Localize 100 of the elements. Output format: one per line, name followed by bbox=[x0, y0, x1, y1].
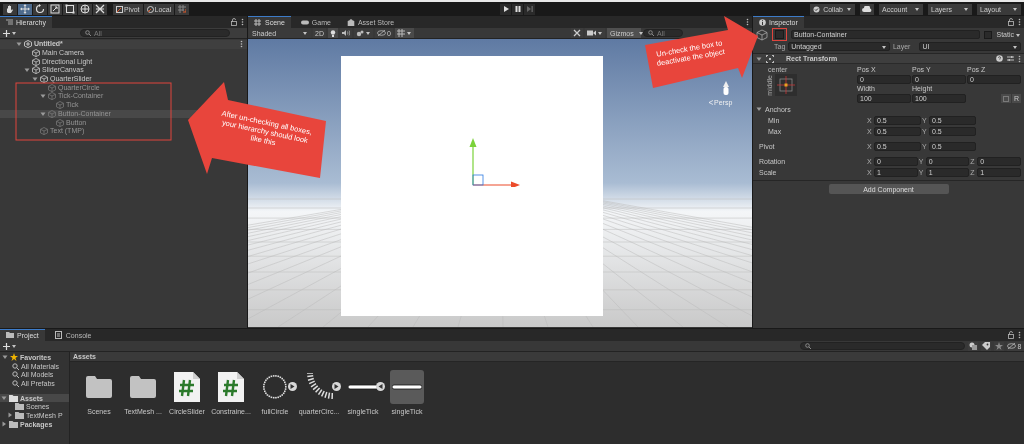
play-button[interactable] bbox=[500, 3, 512, 15]
search-icon bbox=[648, 30, 654, 36]
expanded-arrow-icon[interactable] bbox=[32, 76, 38, 83]
grid-snap-button[interactable] bbox=[175, 3, 190, 15]
caret-icon bbox=[364, 30, 371, 36]
caret-icon bbox=[405, 30, 412, 36]
expanded-arrow-icon[interactable] bbox=[40, 93, 46, 100]
local-icon bbox=[146, 5, 154, 13]
play-icon bbox=[334, 384, 339, 389]
more-icon[interactable] bbox=[240, 40, 243, 49]
left-triangle-icon bbox=[378, 384, 383, 389]
expanded-arrow-icon[interactable] bbox=[16, 41, 22, 48]
search-field[interactable] bbox=[800, 342, 965, 350]
expanded-arrow-icon[interactable] bbox=[40, 110, 46, 117]
expand-button[interactable] bbox=[288, 382, 297, 391]
anchor-preset-icon bbox=[777, 76, 795, 94]
rect-transform-icon bbox=[766, 54, 774, 63]
plus-icon bbox=[3, 342, 10, 350]
more-icon[interactable] bbox=[241, 18, 244, 26]
game-object-icon bbox=[756, 28, 768, 41]
caret-icon bbox=[1012, 6, 1018, 12]
more-icon[interactable] bbox=[1018, 18, 1021, 26]
folder-icon bbox=[6, 331, 14, 339]
line-icon bbox=[348, 384, 378, 390]
more-icon[interactable] bbox=[1018, 331, 1021, 339]
sliders-icon[interactable] bbox=[1007, 55, 1014, 62]
eye-slash-icon bbox=[376, 30, 386, 36]
lock-icon[interactable] bbox=[231, 18, 237, 26]
crossed-tools-icon bbox=[573, 29, 581, 37]
cloud-icon bbox=[862, 6, 872, 12]
grid-dropdown[interactable] bbox=[394, 28, 414, 38]
expanded-arrow-icon[interactable] bbox=[2, 354, 8, 361]
rotate-tool[interactable] bbox=[33, 3, 47, 15]
shapes-icon bbox=[969, 342, 977, 350]
caret-icon bbox=[846, 6, 852, 12]
transform-tool[interactable] bbox=[78, 3, 92, 15]
expanded-arrow-icon[interactable] bbox=[756, 106, 762, 112]
grid-icon bbox=[254, 18, 262, 26]
folder-icon bbox=[130, 376, 156, 398]
line-icon bbox=[392, 384, 422, 390]
audio-toggle[interactable] bbox=[339, 28, 352, 38]
effects-dropdown[interactable] bbox=[353, 28, 373, 38]
collapsed-arrow-icon[interactable] bbox=[1, 421, 7, 428]
caret-icon bbox=[914, 6, 920, 12]
dotted-ring-icon bbox=[261, 373, 289, 401]
expanded-arrow-icon[interactable] bbox=[756, 55, 762, 62]
move-tool[interactable] bbox=[18, 3, 32, 15]
more-icon[interactable] bbox=[746, 18, 749, 26]
expanded-arrow-icon[interactable] bbox=[1, 395, 7, 402]
lock-icon[interactable] bbox=[1008, 331, 1014, 339]
add-button[interactable] bbox=[3, 342, 17, 350]
speaker-icon bbox=[341, 30, 350, 36]
collapse-button[interactable] bbox=[376, 382, 385, 391]
script-icon bbox=[174, 372, 200, 402]
hand-icon bbox=[4, 3, 16, 15]
tick-arc-icon bbox=[305, 373, 333, 401]
caret-icon bbox=[963, 6, 969, 12]
pause-button[interactable] bbox=[512, 3, 524, 15]
collapsed-arrow-icon[interactable] bbox=[7, 412, 13, 419]
more-icon[interactable] bbox=[1018, 54, 1021, 63]
filter-type-button[interactable] bbox=[968, 341, 978, 351]
caret-icon bbox=[11, 343, 17, 349]
step-icon bbox=[526, 6, 533, 12]
cloud-button[interactable] bbox=[860, 3, 874, 15]
expand-button[interactable] bbox=[332, 382, 341, 391]
eye-slash-icon bbox=[1006, 343, 1016, 349]
caret-icon bbox=[11, 30, 17, 36]
chevron-icon bbox=[708, 100, 713, 105]
favorite-button[interactable] bbox=[994, 341, 1004, 351]
camera-icon bbox=[587, 30, 596, 36]
check-circle-icon bbox=[813, 5, 821, 13]
anchor-presets-button[interactable] bbox=[775, 74, 797, 96]
static-checkbox[interactable] bbox=[984, 30, 993, 39]
play-icon bbox=[290, 384, 295, 389]
scene-icon bbox=[24, 40, 32, 49]
console-icon bbox=[54, 331, 63, 339]
caret-icon bbox=[597, 30, 603, 36]
blueprint-button[interactable] bbox=[1000, 94, 1011, 103]
pivot-icon bbox=[116, 5, 123, 13]
caret-icon bbox=[302, 30, 308, 36]
gamepad-icon bbox=[300, 18, 309, 26]
scale-tool[interactable] bbox=[48, 3, 62, 15]
effects-icon bbox=[355, 29, 364, 37]
tools-button[interactable] bbox=[571, 28, 583, 38]
info-icon bbox=[759, 18, 766, 26]
grid-snap-icon bbox=[178, 5, 187, 13]
filter-label-button[interactable] bbox=[981, 341, 991, 351]
hand-tool[interactable] bbox=[3, 3, 17, 15]
help-icon[interactable] bbox=[996, 55, 1003, 62]
expanded-arrow-icon[interactable] bbox=[24, 67, 30, 74]
add-button[interactable] bbox=[3, 29, 17, 37]
rect-tool[interactable] bbox=[63, 3, 77, 15]
play-icon bbox=[502, 6, 509, 12]
lighting-toggle[interactable] bbox=[327, 28, 338, 38]
folder-icon bbox=[86, 376, 112, 398]
camera-dropdown[interactable] bbox=[585, 28, 605, 38]
lock-icon[interactable] bbox=[1008, 18, 1014, 26]
move-gizmo-icon bbox=[469, 137, 521, 187]
star-icon bbox=[995, 342, 1003, 350]
search-icon bbox=[85, 30, 91, 36]
